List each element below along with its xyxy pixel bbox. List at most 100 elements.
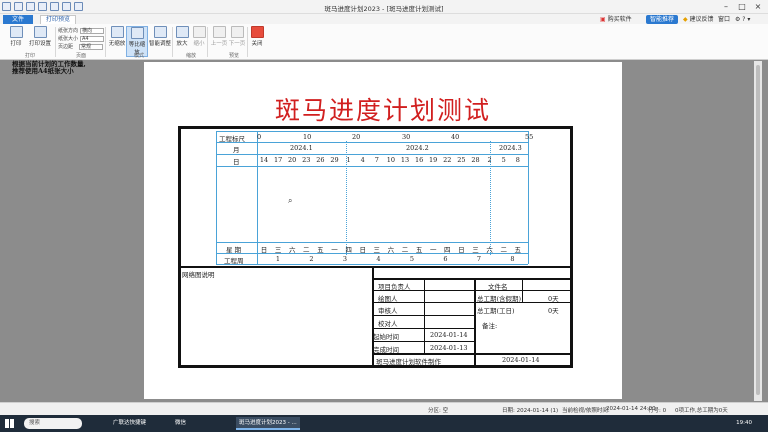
prev-page-button[interactable]: 上一页 xyxy=(210,26,228,47)
status-current-label: 当前检视/依照时间: xyxy=(562,408,610,414)
maximize-button[interactable]: □ xyxy=(734,1,750,12)
arrow-left-icon xyxy=(212,26,226,38)
tab-print-preview[interactable]: 打印预览 xyxy=(40,15,76,24)
day-cell: 14 xyxy=(259,156,269,164)
smart-zoom-button[interactable]: 智能调整 xyxy=(149,26,171,47)
work-duration-label: 总工期(工日) xyxy=(477,307,515,315)
weekday-cell: 三 xyxy=(472,246,479,254)
group-print-label: 打印 xyxy=(25,53,36,59)
day-cell: 1 xyxy=(346,156,351,164)
start-value: 2024-01-14 xyxy=(430,331,468,339)
week-number-cell: 3 xyxy=(342,255,348,263)
window-menu[interactable]: 窗口 xyxy=(718,15,730,24)
week-number-cell: 7 xyxy=(476,255,482,263)
weekday-cell: 四 xyxy=(345,246,352,254)
weekday-cell: 二 xyxy=(500,246,507,254)
windows-start-icon[interactable] xyxy=(5,419,14,428)
start-label: 起始时间 xyxy=(373,333,399,341)
smart-page-icon xyxy=(153,26,167,38)
window-title: 斑马进度计划2023 - [斑马进度计划测试] xyxy=(324,5,444,13)
tab-file[interactable]: 文件 xyxy=(3,15,33,24)
weekday-cell: 二 xyxy=(401,246,409,254)
orientation-select[interactable]: 横向 xyxy=(80,27,105,34)
file-name-label: 文件名 xyxy=(488,283,508,291)
minimize-button[interactable]: – xyxy=(718,1,734,12)
month-label: 月 xyxy=(233,146,240,154)
day-cell: 4 xyxy=(360,156,365,164)
week-number-cell: 1 xyxy=(275,255,281,263)
day-cell: 8 xyxy=(515,156,520,164)
paper-size-select[interactable]: A4 xyxy=(80,35,105,42)
day-cell: 7 xyxy=(374,156,379,164)
orientation-field[interactable]: 纸张方向 横向 xyxy=(58,27,105,34)
page-icon xyxy=(110,26,124,38)
status-row: 行号: 0 xyxy=(648,408,667,414)
taskbar-app-wechat[interactable]: 微信 xyxy=(172,417,189,430)
print-setup-button[interactable]: 打印设置 xyxy=(28,26,52,47)
preview-page: 斑马进度计划测试 工程标尺 月 日 星 期 工程周 0 10 20 30 40 … xyxy=(144,62,622,399)
weekday-cell: 五 xyxy=(317,246,324,254)
print-setup-icon xyxy=(33,26,47,38)
week-number-cell: 2 xyxy=(309,255,314,263)
ruler-tick: 55 xyxy=(525,133,534,141)
feedback-link[interactable]: ◆ 建议反馈 xyxy=(683,15,714,24)
weekday-cell: 日 xyxy=(260,246,268,254)
weekday-cell: 五 xyxy=(415,246,423,254)
day-cell: 17 xyxy=(273,156,283,164)
margin-select[interactable]: 常规 xyxy=(79,43,104,50)
weekday-cell: 日 xyxy=(359,246,366,254)
feedback-icon: ◆ xyxy=(683,16,688,23)
week-number-cell: 5 xyxy=(409,255,415,263)
reviewer-label: 审核人 xyxy=(378,307,398,315)
arrow-right-icon xyxy=(230,26,244,38)
total-duration-label: 总工期(含假期) xyxy=(477,295,522,303)
group-mode-label: 模式 xyxy=(134,53,145,59)
ribbon-tabs: 文件 打印预览 ▣ 购买软件 智能推荐 ◆ 建议反馈 窗口 ⚙ ? ▾ xyxy=(0,14,768,24)
month-cell: 2024.3 xyxy=(499,144,522,152)
taskbar: 搜索 广联达快捷键 微信 斑马进度计划2023 - ... 19:40 xyxy=(0,415,768,432)
day-cell: 29 xyxy=(330,156,339,164)
zoom-in-button[interactable]: 放大 xyxy=(175,26,189,47)
next-page-button[interactable]: 下一页 xyxy=(228,26,246,47)
margin-field[interactable]: 页边距 常规 xyxy=(58,43,104,50)
taskbar-app-zebra[interactable]: 斑马进度计划2023 - ... xyxy=(236,417,300,430)
checker-label: 校对人 xyxy=(378,320,398,328)
remark-label: 备注: xyxy=(482,322,498,330)
taskbar-search[interactable]: 搜索 xyxy=(24,418,82,429)
weekday-cell: 三 xyxy=(274,246,282,254)
group-preview-label: 预览 xyxy=(229,53,240,59)
paper-size-recommendation: 根据当前计划的工作数量, 推荐使用A4纸张大小 xyxy=(12,60,86,75)
ruler-tick: 30 xyxy=(402,133,411,141)
status-bar: 分区: 空 日期: 2024-01-14 (1) 当前检视/依照时间: 2024… xyxy=(0,402,768,415)
day-cell: 23 xyxy=(302,156,311,164)
no-zoom-button[interactable]: 无缩放 xyxy=(108,26,126,47)
group-zoom-label: 缩放 xyxy=(186,53,197,59)
zoom-out-button[interactable]: 缩小 xyxy=(192,26,206,47)
weekday-cell: 一 xyxy=(429,246,437,254)
print-button[interactable]: 打印 xyxy=(8,26,24,47)
magnifier-icon: ⌕ xyxy=(288,196,293,205)
ruler-label: 工程标尺 xyxy=(219,135,245,143)
made-date-value: 2024-01-14 xyxy=(502,356,540,364)
day-label: 日 xyxy=(233,158,240,166)
close-window-button[interactable]: × xyxy=(750,1,766,12)
settings-icon[interactable]: ⚙ ? ▾ xyxy=(735,15,750,24)
week-number-cell: 6 xyxy=(443,255,448,263)
network-note: 网络图说明 xyxy=(182,271,215,279)
taskbar-app-shortcuts[interactable]: 广联达快捷键 xyxy=(110,417,149,430)
zoom-in-icon xyxy=(175,26,189,38)
weekday-cell: 二 xyxy=(303,246,310,254)
title-bar: 斑马进度计划2023 - [斑马进度计划测试] – □ × xyxy=(0,0,768,14)
smart-recommend-button[interactable]: 智能推荐 xyxy=(646,15,679,24)
paper-size-field[interactable]: 纸张大小 A4 xyxy=(58,35,105,42)
week-number-label: 工程周 xyxy=(224,257,244,265)
day-cell: 5 xyxy=(501,156,506,164)
ruler-tick: 0 xyxy=(257,133,262,141)
cart-icon: ▣ xyxy=(600,16,606,23)
work-duration-value: 0天 xyxy=(548,307,559,315)
vertical-scrollbar[interactable] xyxy=(754,61,762,401)
day-cell: 26 xyxy=(316,156,325,164)
end-value: 2024-01-13 xyxy=(430,344,468,352)
buy-software-link[interactable]: ▣ 购买软件 xyxy=(600,15,632,24)
close-preview-button[interactable]: 关闭 xyxy=(250,26,264,47)
